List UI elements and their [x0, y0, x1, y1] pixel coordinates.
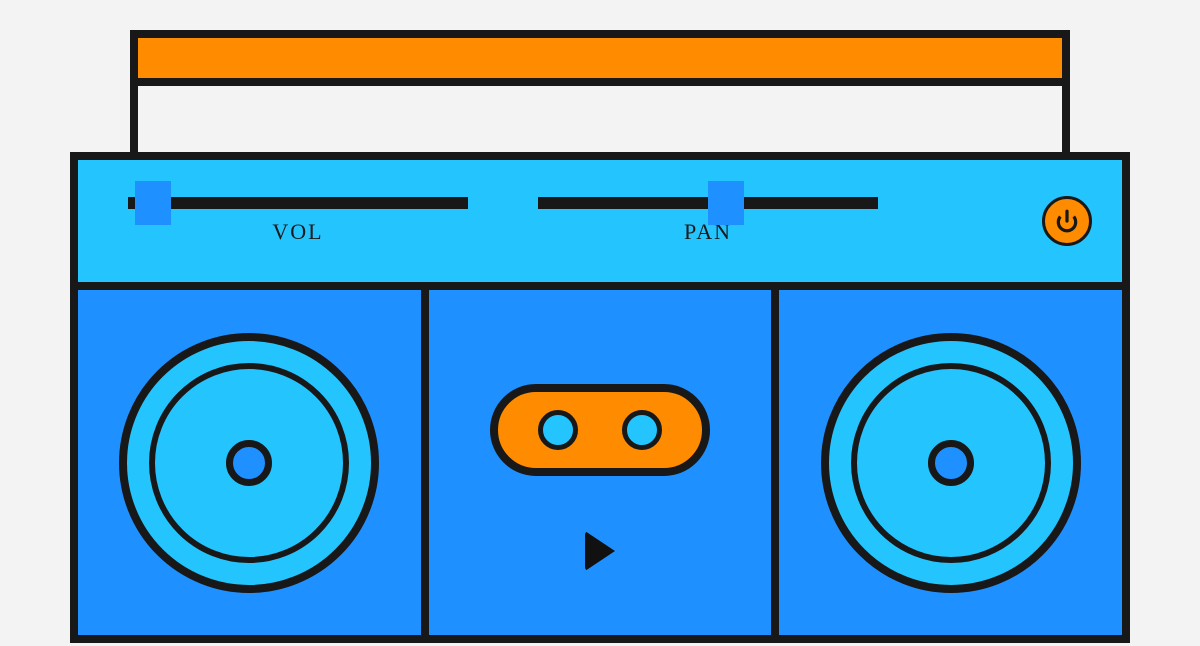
handle — [130, 30, 1070, 152]
right-speaker-dustcap — [928, 440, 974, 486]
volume-control: VOL — [108, 197, 488, 245]
controls-panel: VOL PAN — [78, 160, 1122, 290]
boombox-body: VOL PAN — [70, 152, 1130, 643]
pan-control: PAN — [518, 197, 898, 245]
play-button[interactable] — [585, 531, 615, 571]
pan-slider-thumb[interactable] — [708, 181, 744, 225]
power-button[interactable] — [1042, 196, 1092, 246]
cassette-reel-left — [538, 410, 578, 450]
handle-grip — [130, 30, 1070, 86]
right-speaker-ring — [851, 363, 1051, 563]
pan-slider[interactable] — [538, 197, 878, 209]
lower-section — [78, 290, 1122, 635]
power-icon — [1054, 208, 1080, 234]
cassette-reel-right — [622, 410, 662, 450]
right-speaker — [771, 290, 1122, 635]
left-speaker-ring — [149, 363, 349, 563]
left-speaker-dustcap — [226, 440, 272, 486]
volume-slider[interactable] — [128, 197, 468, 209]
volume-label: VOL — [272, 219, 323, 245]
volume-slider-thumb[interactable] — [135, 181, 171, 225]
left-speaker — [78, 290, 429, 635]
boombox: VOL PAN — [70, 30, 1130, 643]
left-speaker-cone — [119, 333, 379, 593]
right-speaker-cone — [821, 333, 1081, 593]
tape-deck — [429, 290, 772, 635]
cassette — [490, 384, 710, 476]
